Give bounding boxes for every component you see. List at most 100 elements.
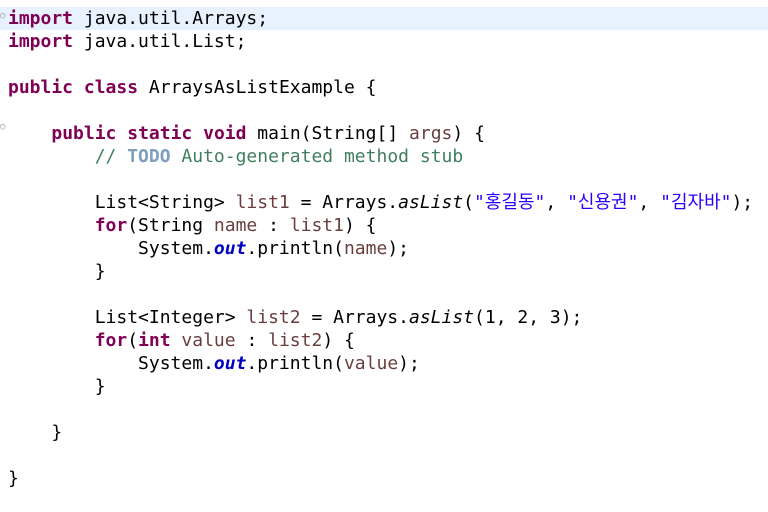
- code-token: List<Integer>: [8, 307, 247, 328]
- code-token: TODO: [127, 146, 171, 167]
- code-token: ,: [638, 192, 661, 213]
- code-token: void: [203, 123, 247, 144]
- code-token: (String: [127, 215, 214, 236]
- code-line[interactable]: List<String> list1 = Arrays.asList("홍길동"…: [0, 191, 768, 214]
- code-token: out: [213, 353, 247, 374]
- code-token: name: [343, 238, 388, 259]
- code-token: class: [83, 77, 139, 98]
- code-line[interactable]: [0, 99, 768, 122]
- code-token: );: [731, 192, 754, 213]
- code-line[interactable]: for(String name : list1) {: [0, 214, 768, 237]
- code-token: static: [127, 123, 193, 144]
- code-line[interactable]: ○ public static void main(String[] args)…: [0, 122, 768, 145]
- code-token: out: [213, 238, 247, 259]
- code-token: value: [343, 353, 399, 374]
- code-line[interactable]: }: [0, 375, 768, 398]
- code-line[interactable]: // TODO Auto-generated method stub: [0, 145, 768, 168]
- code-text: for(String name : list1) {: [8, 214, 377, 237]
- code-token: import: [8, 31, 74, 52]
- code-text: System.out.println(name);: [8, 237, 409, 260]
- code-token: ) {: [452, 123, 485, 144]
- code-token: value: [181, 330, 236, 351]
- code-token: ArraysAsListExample {: [138, 77, 377, 98]
- code-token: "김자바": [660, 192, 732, 213]
- fold-marker-icon[interactable]: ○: [0, 12, 6, 21]
- code-token: //: [8, 146, 128, 167]
- code-token: = Arrays.: [289, 192, 399, 213]
- code-token: .println(: [246, 238, 344, 259]
- code-token: );: [387, 238, 410, 259]
- code-token: }: [8, 422, 63, 443]
- code-editor[interactable]: ○ import java.util.Arrays; import java.uti…: [0, 0, 768, 512]
- code-line[interactable]: [0, 444, 768, 467]
- code-token: }: [8, 468, 19, 489]
- code-token: System.: [8, 238, 214, 259]
- code-token: public: [51, 123, 117, 144]
- code-token: asList: [408, 307, 475, 328]
- code-line[interactable]: System.out.println(value);: [0, 352, 768, 375]
- code-token: java.util.List;: [73, 31, 247, 52]
- code-text: }: [8, 375, 106, 398]
- code-line[interactable]: ○ import java.util.Arrays;: [0, 7, 768, 30]
- code-line[interactable]: public class ArraysAsListExample {: [0, 76, 768, 99]
- code-line[interactable]: System.out.println(name);: [0, 237, 768, 260]
- code-token: }: [8, 376, 106, 397]
- code-text: import java.util.List;: [8, 30, 246, 53]
- code-line[interactable]: for(int value : list2) {: [0, 329, 768, 352]
- code-text: System.out.println(value);: [8, 352, 420, 375]
- code-token: List<String>: [8, 192, 236, 213]
- code-token: (: [463, 192, 475, 213]
- code-line[interactable]: }: [0, 467, 768, 490]
- code-text: import java.util.Arrays;: [8, 7, 268, 30]
- code-text: }: [8, 260, 106, 283]
- code-token: import: [8, 8, 74, 29]
- code-line[interactable]: }: [0, 260, 768, 283]
- code-text: // TODO Auto-generated method stub: [8, 145, 464, 168]
- code-token: ) {: [322, 330, 355, 351]
- code-line[interactable]: List<Integer> list2 = Arrays.asList(1, 2…: [0, 306, 768, 329]
- code-token: Auto-generated method stub: [170, 146, 464, 167]
- code-line[interactable]: import java.util.List;: [0, 30, 768, 53]
- code-line[interactable]: [0, 398, 768, 421]
- code-token: (: [127, 330, 139, 351]
- code-text: }: [8, 421, 62, 444]
- code-token: java.util.Arrays;: [73, 8, 269, 29]
- code-text: List<Integer> list2 = Arrays.asList(1, 2…: [8, 306, 583, 329]
- code-token: :: [235, 330, 269, 351]
- code-token: );: [398, 353, 420, 374]
- code-line[interactable]: }: [0, 421, 768, 444]
- code-token: :: [257, 215, 290, 236]
- code-token: System.: [8, 353, 214, 374]
- code-text: public static void main(String[] args) {: [8, 122, 485, 145]
- code-token: int: [138, 330, 171, 351]
- code-token: list1: [235, 192, 290, 213]
- code-token: "홍길동": [474, 192, 546, 213]
- code-token: asList: [398, 192, 464, 213]
- code-text: for(int value : list2) {: [8, 329, 355, 352]
- code-token: name: [213, 215, 258, 236]
- code-token: "신용권": [567, 192, 639, 213]
- code-token: ) {: [343, 215, 377, 236]
- code-token: = Arrays.: [300, 307, 409, 328]
- code-token: for: [94, 215, 128, 236]
- code-token: public: [8, 77, 74, 98]
- code-token: list2: [268, 330, 323, 351]
- code-text: }: [8, 467, 19, 490]
- code-token: .println(: [246, 353, 344, 374]
- code-text: public class ArraysAsListExample {: [8, 76, 376, 99]
- code-line[interactable]: [0, 283, 768, 306]
- code-token: list2: [246, 307, 301, 328]
- code-token: for: [94, 330, 128, 351]
- code-line[interactable]: [0, 168, 768, 191]
- code-token: ,: [545, 192, 568, 213]
- code-line[interactable]: [0, 53, 768, 76]
- code-token: args: [409, 123, 453, 144]
- code-token: list1: [289, 215, 344, 236]
- fold-marker-icon[interactable]: ○: [0, 123, 6, 132]
